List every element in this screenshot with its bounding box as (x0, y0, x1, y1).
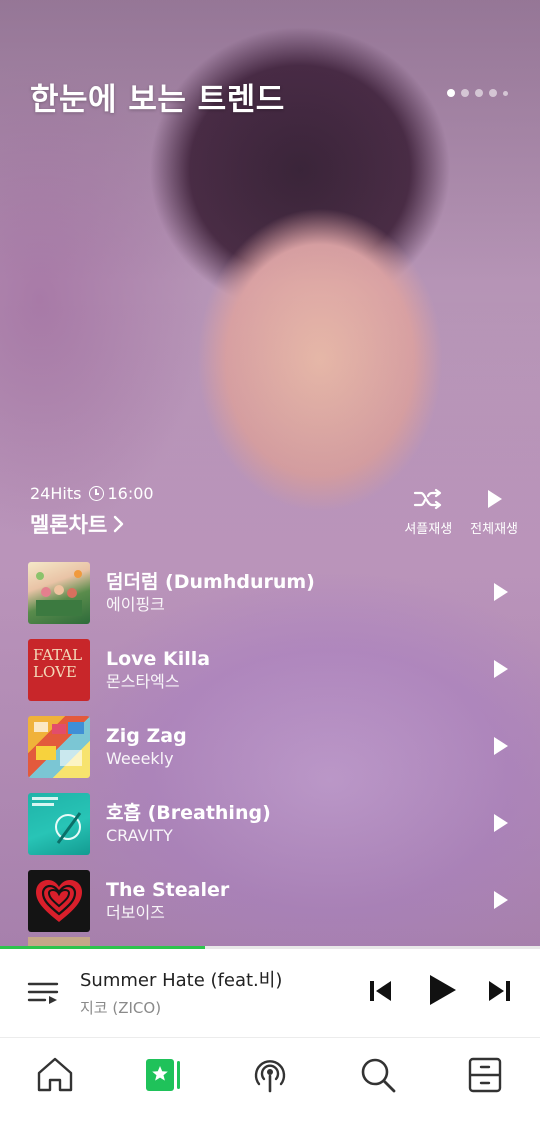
play-button-icon[interactable] (425, 973, 459, 1007)
chart-time: 16:00 (89, 484, 154, 503)
chart-header: 24Hits 16:00 멜론차트 (30, 484, 154, 539)
song-title: 호흡 (Breathing) (106, 801, 271, 824)
song-title: 덤더럼 (Dumhdurum) (106, 570, 315, 593)
mini-player[interactable]: Summer Hate (feat.비) 지코 (ZICO) (0, 949, 540, 1037)
home-icon[interactable] (35, 1055, 75, 1095)
song-row[interactable]: The Stealer 더보이즈 (28, 862, 512, 939)
song-row[interactable]: 덤더럼 (Dumhdurum) 에이핑크 (28, 554, 512, 631)
song-title: Love Killa (106, 647, 211, 670)
playlist-icon[interactable] (27, 979, 61, 1007)
my-music-icon[interactable] (143, 1055, 183, 1095)
song-row[interactable]: Zig Zag Weeekly (28, 708, 512, 785)
play-icon[interactable] (490, 811, 512, 835)
next-track-icon[interactable] (487, 976, 513, 1006)
previous-track-icon[interactable] (367, 976, 393, 1006)
heart-icon (36, 879, 82, 922)
page-dot (461, 89, 469, 97)
play-icon[interactable] (490, 888, 512, 912)
song-row[interactable]: 호흡 (Breathing) CRAVITY (28, 785, 512, 862)
song-title: Zig Zag (106, 724, 187, 747)
song-artist: 에이핑크 (106, 594, 165, 614)
shuffle-icon (414, 488, 442, 510)
page-indicator (447, 89, 508, 97)
song-artist: 몬스타엑스 (106, 671, 180, 691)
chevron-right-icon (114, 515, 124, 533)
album-art-text: FATAL LOVE (33, 645, 83, 681)
album-art-cravity[interactable] (28, 792, 90, 855)
chart-time-text: 16:00 (107, 484, 154, 503)
play-icon[interactable] (490, 580, 512, 604)
song-title: The Stealer (106, 878, 230, 901)
chart-meta: 24Hits 16:00 (30, 484, 154, 503)
shuffle-label: 셔플재생 (404, 522, 453, 537)
podcast-icon[interactable] (250, 1055, 290, 1095)
shuffle-play-button[interactable]: 셔플재생 (404, 488, 452, 537)
play-icon (488, 490, 503, 508)
playback-progress-fill (0, 946, 206, 949)
page-dot (503, 90, 508, 96)
album-art-image (36, 569, 82, 616)
chart-badge: 24Hits (30, 484, 82, 503)
album-art-heart[interactable] (28, 869, 90, 932)
play-icon[interactable] (490, 657, 512, 681)
album-art-dumhdurum[interactable] (28, 561, 90, 624)
clock-icon (89, 486, 105, 501)
chart-title: 멜론차트 (30, 513, 108, 537)
chart-actions: 셔플재생 전체재생 (404, 488, 518, 537)
page-dot (489, 89, 497, 97)
play-icon[interactable] (490, 734, 512, 758)
hero-title: 한눈에 보는 트렌드 (30, 82, 285, 118)
menu-drawer-icon[interactable] (465, 1055, 505, 1095)
album-art-fatal-love[interactable]: FATAL LOVE (28, 638, 90, 701)
bottom-navigation (0, 1037, 540, 1139)
now-playing-title[interactable]: Summer Hate (feat.비) (80, 966, 282, 992)
playback-progress-bar[interactable] (0, 946, 540, 949)
song-artist: Weeekly (106, 748, 174, 768)
page-dot (475, 89, 483, 97)
song-artist: CRAVITY (106, 825, 173, 845)
now-playing-artist: 지코 (ZICO) (80, 999, 162, 1017)
search-icon[interactable] (358, 1055, 398, 1095)
melon-chart-link[interactable]: 멜론차트 (30, 509, 154, 539)
album-art-weeekly[interactable] (28, 715, 90, 778)
album-art-image (34, 721, 84, 766)
song-artist: 더보이즈 (106, 902, 165, 922)
chart-song-list: 덤더럼 (Dumhdurum) 에이핑크 FATAL LOVE Love Kil… (28, 554, 512, 939)
page-dot (447, 89, 455, 97)
play-all-label: 전체재생 (470, 522, 518, 537)
play-all-button[interactable]: 전체재생 (470, 488, 518, 537)
song-row[interactable]: FATAL LOVE Love Killa 몬스타엑스 (28, 631, 512, 708)
album-art-image (32, 796, 82, 844)
